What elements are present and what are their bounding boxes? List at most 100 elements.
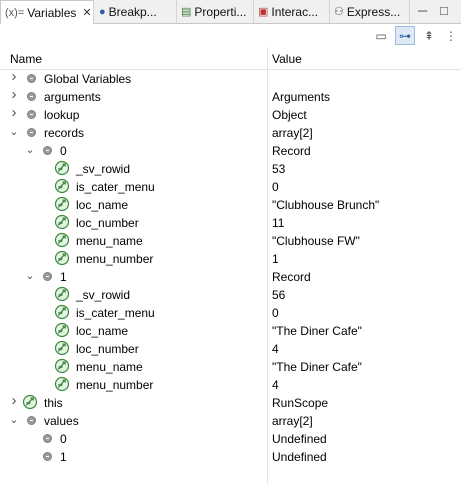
- tree-row[interactable]: menu_name "The Diner Cafe": [0, 358, 461, 376]
- script-variable-icon: [54, 286, 70, 302]
- chevron-down-icon[interactable]: ⌄: [24, 269, 36, 282]
- tree-row[interactable]: ⌄ values array[2]: [0, 412, 461, 430]
- tab-breakpoints[interactable]: ● Breakp...: [95, 0, 177, 23]
- script-variable-icon: [54, 304, 70, 320]
- script-variable-icon: [54, 214, 70, 230]
- tree-row[interactable]: is_cater_menu 0: [0, 304, 461, 322]
- variable-value: 0: [272, 180, 279, 194]
- variable-name: values: [44, 414, 79, 428]
- variable-value: Record: [272, 144, 311, 158]
- object-icon: [43, 452, 52, 461]
- object-icon: [27, 110, 36, 119]
- tree-row[interactable]: ⌄ 1 Record: [0, 268, 461, 286]
- view-menu-icon: ⋮: [445, 28, 457, 43]
- variable-value: Record: [272, 270, 311, 284]
- show-logical-structure-icon: ⊶: [399, 28, 411, 43]
- object-icon: [43, 434, 52, 443]
- minimize-icon[interactable]: ─: [418, 3, 427, 18]
- variable-value: array[2]: [272, 414, 313, 428]
- variable-name: loc_name: [76, 324, 129, 338]
- variable-name: 1: [60, 270, 67, 284]
- object-icon: [27, 74, 36, 83]
- chevron-down-icon[interactable]: ⌄: [24, 143, 36, 156]
- chevron-right-icon[interactable]: ›: [8, 68, 20, 85]
- script-variable-icon: [54, 358, 70, 374]
- variable-value: Undefined: [272, 450, 327, 464]
- variable-value: "Clubhouse Brunch": [272, 198, 380, 212]
- variable-name: lookup: [44, 108, 80, 122]
- close-icon[interactable]: ✕: [82, 6, 91, 19]
- view-tab-bar: (x)= Variables ✕ ● Breakp... ▤ Properti.…: [0, 0, 461, 24]
- tree-row[interactable]: › arguments Arguments: [0, 86, 461, 106]
- variable-name: records: [44, 126, 85, 140]
- variable-value: 0: [272, 306, 279, 320]
- chevron-right-icon[interactable]: ›: [8, 392, 20, 409]
- variable-value: 53: [272, 162, 286, 176]
- maximize-icon[interactable]: □: [440, 3, 448, 18]
- chevron-down-icon[interactable]: ⌄: [8, 413, 20, 426]
- column-header-name[interactable]: Name: [10, 52, 42, 66]
- show-type-names-button[interactable]: ▭: [371, 26, 391, 45]
- collapse-all-button[interactable]: ⇞: [419, 26, 439, 45]
- tab-properties[interactable]: ▤ Properti...: [177, 0, 254, 23]
- tree-row[interactable]: menu_name "Clubhouse FW": [0, 232, 461, 250]
- variable-value: 4: [272, 342, 279, 356]
- variable-value: Arguments: [272, 90, 331, 104]
- tree-row[interactable]: _sv_rowid 53: [0, 160, 461, 178]
- chevron-right-icon[interactable]: ›: [8, 86, 20, 103]
- tree-row[interactable]: menu_number 1: [0, 250, 461, 268]
- variable-value: Undefined: [272, 432, 327, 446]
- tab-interactive[interactable]: ▣ Interac...: [254, 0, 330, 23]
- script-variable-icon: [54, 376, 70, 392]
- variable-name: is_cater_menu: [76, 306, 155, 320]
- tree-row[interactable]: 0 Undefined: [0, 430, 461, 448]
- expressions-icon: ⚇: [334, 6, 344, 18]
- script-variable-icon: [54, 250, 70, 266]
- variable-name: Global Variables: [44, 72, 132, 86]
- object-icon: [43, 146, 52, 155]
- tree-row[interactable]: loc_number 4: [0, 340, 461, 358]
- tree-row[interactable]: menu_number 4: [0, 376, 461, 394]
- object-icon: [27, 92, 36, 101]
- view-menu-button[interactable]: ⋮: [441, 26, 461, 45]
- tree-row[interactable]: ⌄ records array[2]: [0, 124, 461, 142]
- tree-row[interactable]: › Global Variables: [0, 68, 461, 88]
- variable-value: array[2]: [272, 126, 313, 140]
- variables-toolbar: ▭ ⊶ ⇞ ⋮: [0, 24, 461, 47]
- chevron-right-icon[interactable]: ›: [8, 104, 20, 121]
- variable-value: 4: [272, 378, 279, 392]
- tree-row[interactable]: loc_name "Clubhouse Brunch": [0, 196, 461, 214]
- chevron-down-icon[interactable]: ⌄: [8, 125, 20, 138]
- interactive-icon: ▣: [258, 6, 269, 18]
- variable-value: "Clubhouse FW": [272, 234, 360, 248]
- tab-variables[interactable]: (x)= Variables ✕: [0, 0, 94, 24]
- tree-row[interactable]: is_cater_menu 0: [0, 178, 461, 196]
- tree-row[interactable]: › lookup Object: [0, 104, 461, 124]
- column-header: Name Value: [0, 47, 461, 70]
- script-variable-icon: [54, 160, 70, 176]
- collapse-all-icon: ⇞: [423, 28, 435, 43]
- variable-name: 0: [60, 144, 67, 158]
- variable-name: menu_name: [76, 360, 143, 374]
- tree-row[interactable]: › this RunScope: [0, 392, 461, 412]
- variable-value: RunScope: [272, 396, 329, 410]
- breakpoints-icon: ●: [99, 5, 106, 18]
- tree-row[interactable]: 1 Undefined: [0, 448, 461, 466]
- variables-icon: (x)=: [5, 6, 25, 19]
- script-variable-icon: [54, 178, 70, 194]
- variable-name: loc_number: [76, 216, 139, 230]
- tab-label: Interac...: [271, 4, 319, 19]
- tree-row[interactable]: _sv_rowid 56: [0, 286, 461, 304]
- variable-name: _sv_rowid: [76, 162, 131, 176]
- tab-expressions[interactable]: ⚇ Express...: [330, 0, 410, 23]
- variable-value: 11: [272, 216, 285, 230]
- show-logical-structure-button[interactable]: ⊶: [395, 26, 415, 45]
- tree-row[interactable]: loc_name "The Diner Cafe": [0, 322, 461, 340]
- tree-row[interactable]: ⌄ 0 Record: [0, 142, 461, 160]
- tab-label: Properti...: [194, 4, 247, 19]
- variable-name: is_cater_menu: [76, 180, 155, 194]
- tree-row[interactable]: loc_number 11: [0, 214, 461, 232]
- column-header-value[interactable]: Value: [272, 52, 302, 66]
- variable-name: menu_name: [76, 234, 143, 248]
- variable-value: "The Diner Cafe": [272, 360, 362, 374]
